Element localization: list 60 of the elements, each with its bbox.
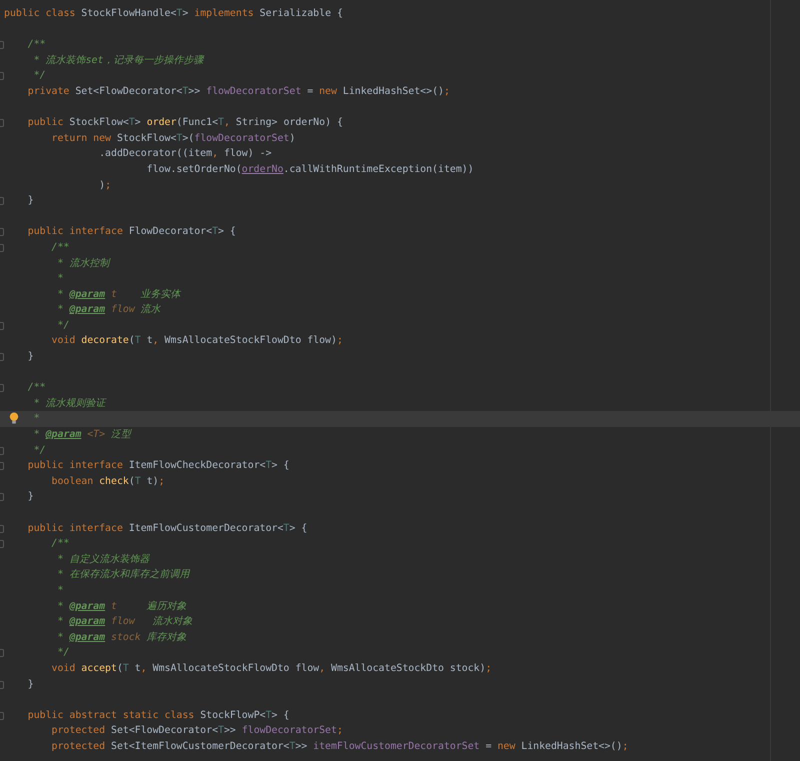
code-line: */ [34,69,46,84]
code-line: public interface FlowDecorator<T> { [28,225,236,240]
code-line: */ [34,444,46,458]
fold-marker-icon[interactable] [0,680,4,689]
code-line: /** [52,537,70,552]
code-line: * 流水装饰set，记录每一步操作步骤 [34,54,204,68]
fold-marker-icon[interactable] [0,353,4,362]
code-line: protected Set<ItemFlowCustomerDecorator<T>> itemFlowCustomerDecoratorSet = new LinkedHashSet<>(); [52,740,628,754]
code-line: * [58,272,64,286]
code-line: public abstract static class StockFlowP<T> { [28,708,290,723]
code-line: public StockFlow<T> order(Func1<T, String> orderNo) { [28,116,343,130]
fold-marker-icon[interactable] [0,446,4,455]
code-line: */ [58,318,70,333]
code-line: public interface ItemFlowCustomerDecorator<T> { [28,522,308,536]
code-line: void decorate(T t, WmsAllocateStockFlowDto flow); [52,334,343,348]
code-line: * @param t 遍历对象 [58,600,187,614]
code-line: * @param <T> 泛型 [34,428,132,442]
code-line: private Set<FlowDecorator<T>> flowDecoratorSet = new LinkedHashSet<>(); [28,84,450,99]
code-line: boolean check(T t); [52,474,165,489]
code-line: return new StockFlow<T>(flowDecoratorSet) [52,132,296,146]
code-line: * 自定义流水装饰器 [58,552,150,567]
fold-marker-icon[interactable] [0,322,4,330]
code-line: * 流水控制 [58,256,110,270]
code-line: * [34,412,40,426]
fold-marker-icon[interactable] [0,41,4,50]
code-line: .addDecorator((item, flow) -> [99,147,272,162]
fold-marker-icon[interactable] [0,540,4,548]
code-line: void accept(T t, WmsAllocateStockFlowDto flow, WmsAllocateStockDto stock); [52,662,492,676]
code-line: * @param stock 库存对象 [58,630,187,645]
fold-marker-icon[interactable] [0,119,4,128]
code-line: * 流水规则验证 [34,396,106,411]
code-line: /** [52,240,70,255]
code-line: } [28,490,34,504]
code-line: protected Set<FlowDecorator<T>> flowDecoratorSet; [52,724,343,738]
fold-marker-icon[interactable] [0,649,4,658]
code-line: flow.setOrderNo(orderNo.callWithRuntimeException(item)) [146,162,474,177]
code-line: */ [58,646,70,660]
code-line: } [28,194,34,208]
code-line: * @param flow 流水对象 [58,614,193,630]
code-line: public class StockFlowHandle<T> implements Serializable { [4,7,343,21]
fold-marker-icon[interactable] [0,197,4,206]
lightbulb-icon[interactable] [9,412,19,426]
code-line: } [28,678,34,692]
code-line: * 在保存流水和库存之前调用 [58,568,190,582]
fold-marker-icon[interactable] [0,524,4,533]
fold-marker-icon[interactable] [0,72,4,80]
fold-marker-icon[interactable] [0,712,4,720]
code-line: * @param flow 流水 [58,302,161,318]
fold-marker-icon[interactable] [0,228,4,236]
code-line: public interface ItemFlowCheckDecorator<T> { [28,459,290,474]
fold-marker-icon[interactable] [0,493,4,502]
fold-marker-icon[interactable] [0,244,4,252]
code-line: /** [28,38,46,52]
code-line: } [28,350,34,364]
code-line: ); [99,178,112,193]
code-line: /** [28,381,46,396]
fold-marker-icon[interactable] [0,384,4,392]
fold-marker-icon[interactable] [0,462,4,470]
code-line: * @param t 业务实体 [58,288,181,302]
code-line: * [58,584,64,598]
